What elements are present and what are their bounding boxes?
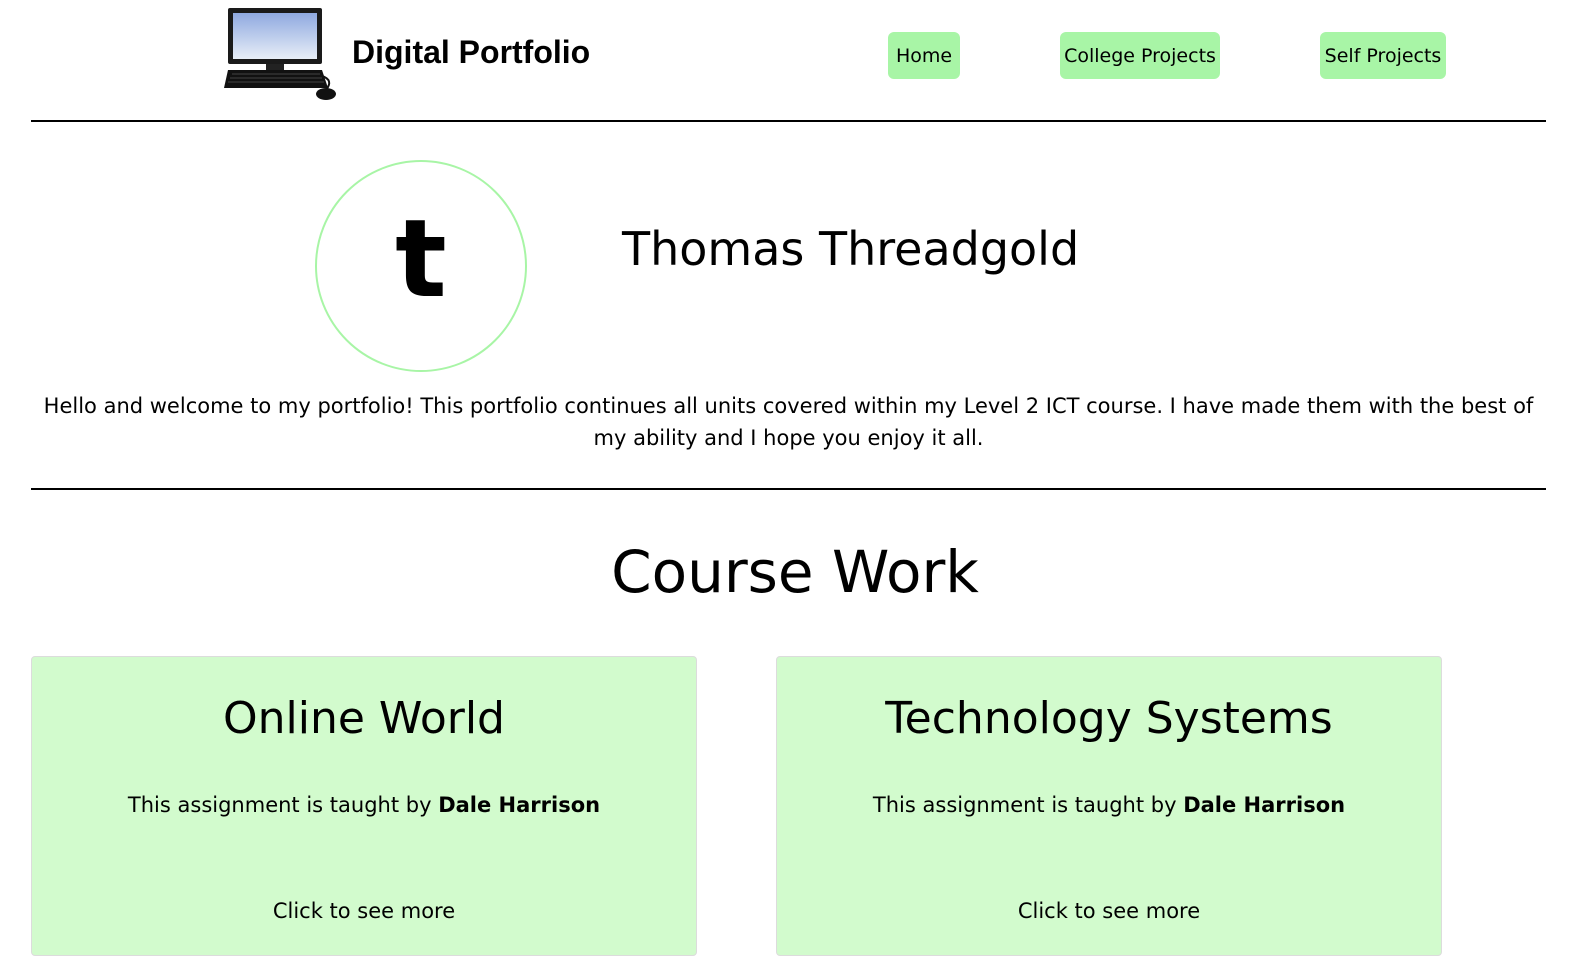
header-divider [31, 120, 1546, 122]
nav-college-projects-button[interactable]: College Projects [1060, 32, 1220, 79]
card-see-more-link[interactable]: Click to see more [32, 899, 696, 923]
card-see-more-link[interactable]: Click to see more [777, 899, 1441, 923]
card-teacher-line: This assignment is taught by Dale Harris… [32, 793, 696, 817]
site-header: Digital Portfolio Home College Projects … [0, 0, 1590, 122]
section-title: Course Work [611, 538, 979, 606]
avatar: t [315, 160, 527, 372]
card-teacher-line: This assignment is taught by Dale Harris… [777, 793, 1441, 817]
profile-name: Thomas Threadgold [622, 222, 1080, 276]
section-divider [31, 488, 1546, 490]
card-teacher-prefix: This assignment is taught by [127, 793, 432, 817]
intro-text: Hello and welcome to my portfolio! This … [43, 394, 1534, 450]
avatar-letter: t [395, 197, 447, 322]
card-title: Online World [222, 693, 505, 744]
card-teacher-prefix: This assignment is taught by [872, 793, 1177, 817]
desktop-computer-icon [224, 8, 336, 100]
course-card-technology-systems[interactable]: Technology Systems This assignment is ta… [776, 656, 1442, 956]
card-teacher-name: Dale Harrison [438, 793, 601, 817]
card-title: Technology Systems [885, 693, 1333, 744]
course-card-online-world[interactable]: Online World This assignment is taught b… [31, 656, 697, 956]
nav-home-button[interactable]: Home [888, 32, 960, 79]
site-brand[interactable]: Digital Portfolio [352, 34, 590, 71]
card-teacher-name: Dale Harrison [1183, 793, 1346, 817]
nav-self-projects-button[interactable]: Self Projects [1320, 32, 1446, 79]
